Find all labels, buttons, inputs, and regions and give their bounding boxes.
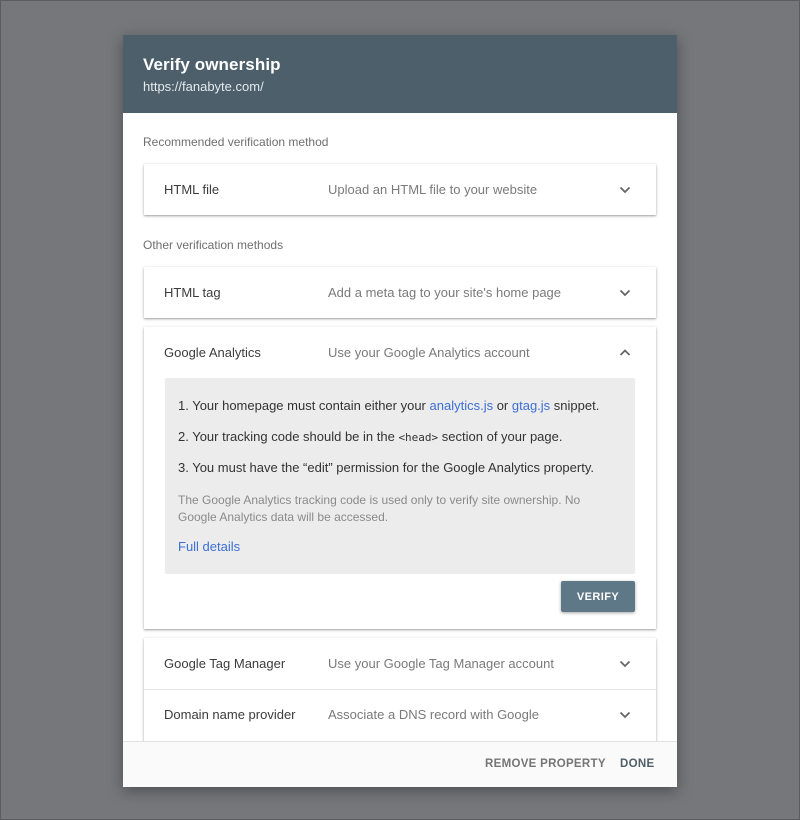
method-card-html-file: HTML file Upload an HTML file to your we… [144,164,656,215]
method-description: Add a meta tag to your site's home page [328,285,562,300]
privacy-note: The Google Analytics tracking code is us… [178,493,581,524]
method-name: Domain name provider [164,707,296,722]
analytics-instructions-panel: 1. Your homepage must contain either you… [165,378,635,574]
step-text: 2. Your tracking code should be in the [178,429,399,444]
head-tag-code: <head> [398,431,439,444]
dialog-footer: REMOVE PROPERTY DONE [123,741,677,787]
analytics-js-link[interactable]: analytics.js [430,398,494,413]
method-description: Use your Google Analytics account [328,345,530,360]
instruction-step-1: 1. Your homepage must contain either you… [178,398,599,413]
method-row-google-analytics[interactable]: Google Analytics Use your Google Analyti… [144,327,656,378]
dialog-body: Recommended verification method HTML fil… [123,113,677,758]
verify-ownership-dialog: Verify ownership https://fanabyte.com/ R… [123,35,677,787]
instruction-step-2: 2. Your tracking code should be in the <… [178,429,563,444]
step-text: 1. Your homepage must contain either you… [178,398,430,413]
method-card-google-analytics: Google Analytics Use your Google Analyti… [144,327,656,629]
chevron-down-icon[interactable] [616,181,634,199]
done-button[interactable]: DONE [620,742,654,787]
chevron-up-icon[interactable] [616,344,634,362]
chevron-down-icon[interactable] [616,706,634,724]
method-row-domain-name-provider[interactable]: Domain name provider Associate a DNS rec… [144,689,656,740]
method-name: Google Analytics [164,345,261,360]
method-description: Associate a DNS record with Google [328,707,539,722]
step-text: snippet. [550,398,600,413]
method-row-google-tag-manager[interactable]: Google Tag Manager Use your Google Tag M… [144,638,656,689]
step-text: section of your page. [438,429,563,444]
remove-property-button[interactable]: REMOVE PROPERTY [485,742,606,787]
gtag-js-link[interactable]: gtag.js [512,398,550,413]
method-row-html-tag[interactable]: HTML tag Add a meta tag to your site's h… [144,267,656,318]
method-name: HTML file [164,182,220,197]
method-name: Google Tag Manager [164,656,286,671]
method-name: HTML tag [164,285,221,300]
chevron-down-icon[interactable] [616,655,634,673]
recommended-method-label: Recommended verification method [143,135,329,149]
verify-button[interactable]: VERIFY [561,581,635,612]
other-methods-label: Other verification methods [143,238,284,252]
property-url: https://fanabyte.com/ [143,79,264,94]
instruction-step-3: 3. You must have the “edit” permission f… [178,460,594,475]
chevron-down-icon[interactable] [616,284,634,302]
method-card-group-more: Google Tag Manager Use your Google Tag M… [144,638,656,758]
full-details-link[interactable]: Full details [178,539,240,554]
step-text: or [493,398,512,413]
method-description: Upload an HTML file to your website [328,182,538,197]
method-row-html-file[interactable]: HTML file Upload an HTML file to your we… [144,164,656,215]
dialog-header: Verify ownership https://fanabyte.com/ [123,35,677,113]
dialog-title: Verify ownership [143,55,281,74]
method-card-html-tag: HTML tag Add a meta tag to your site's h… [144,267,656,318]
method-description: Use your Google Tag Manager account [328,656,554,671]
